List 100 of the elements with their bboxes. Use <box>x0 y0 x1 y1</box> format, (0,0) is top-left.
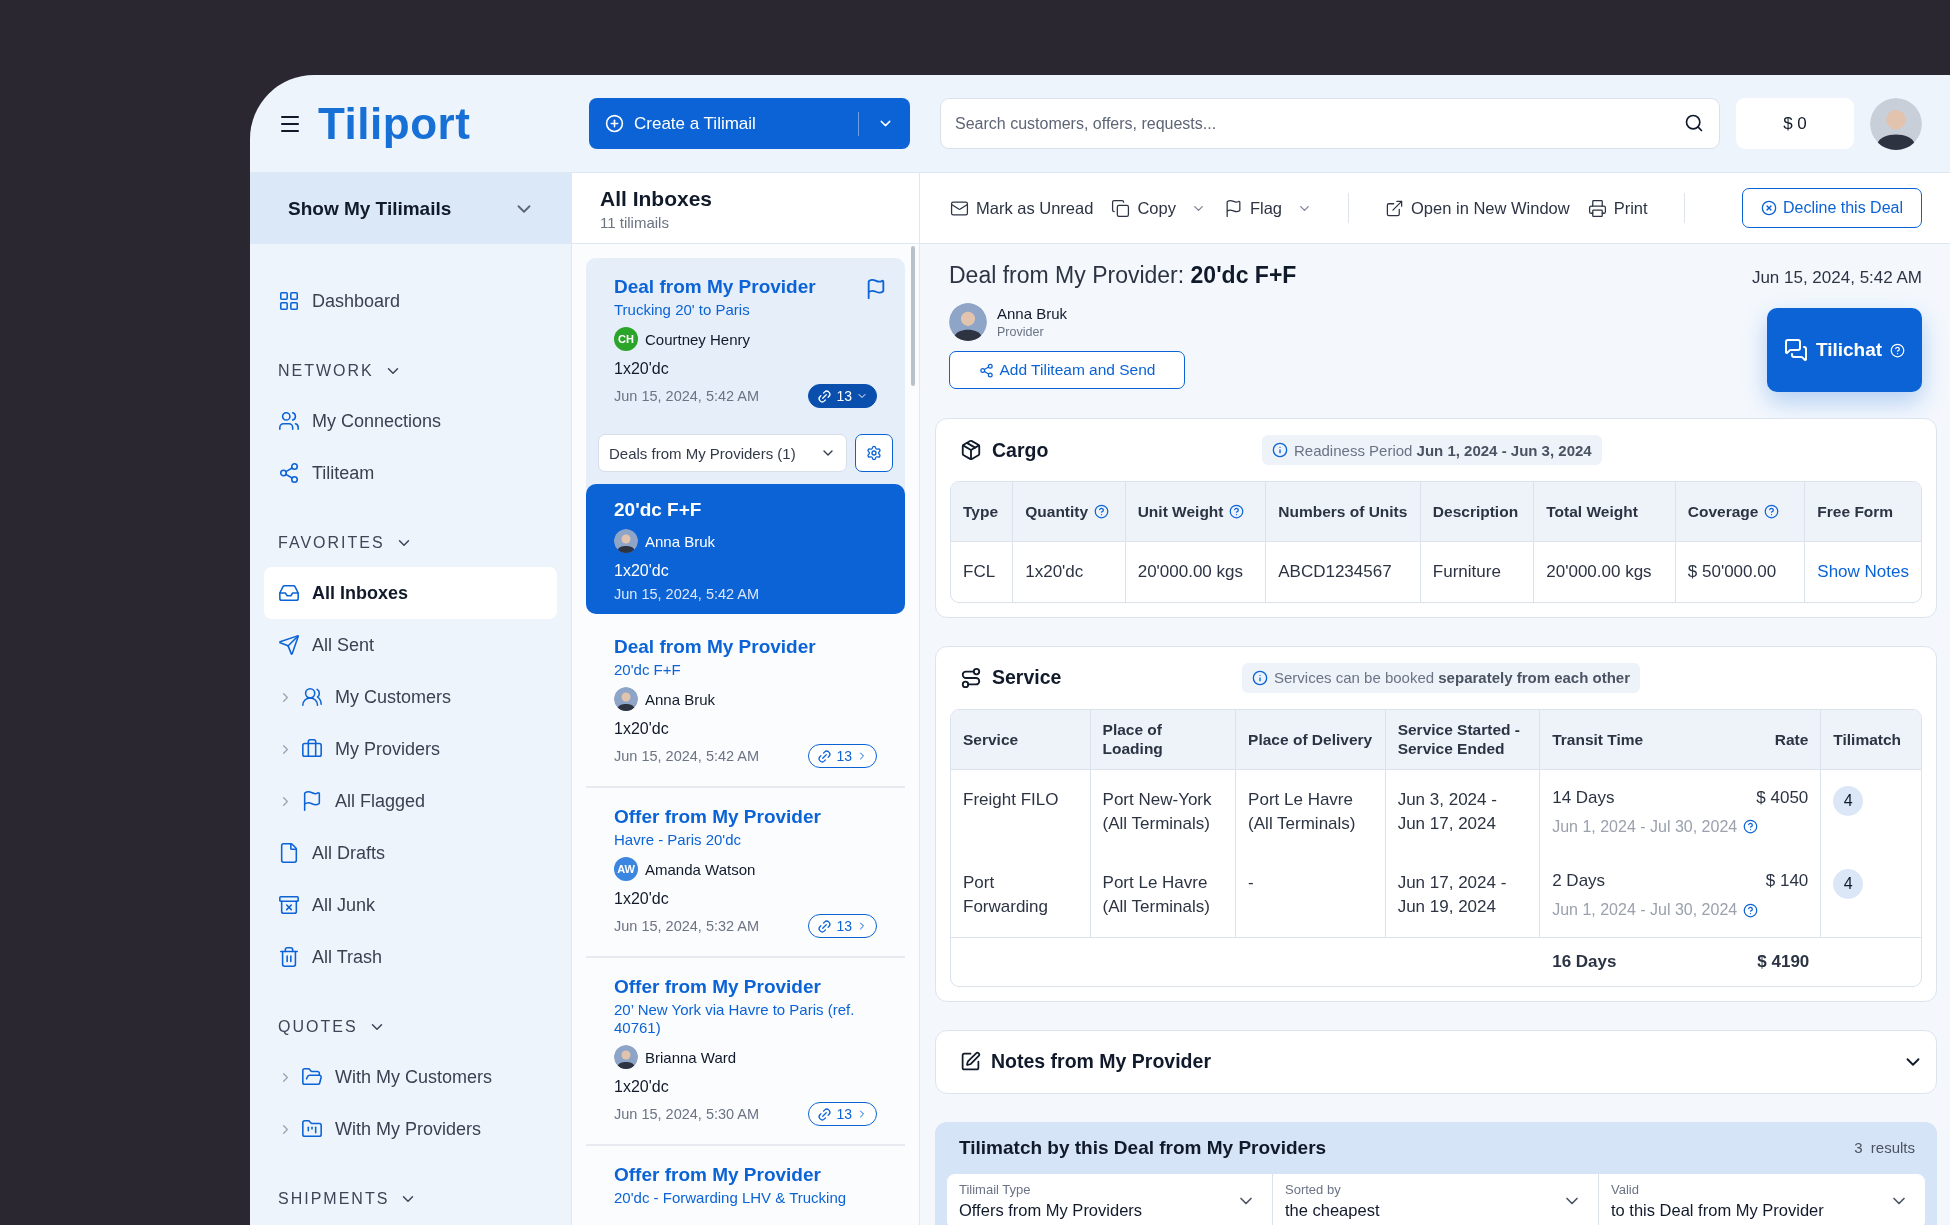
column-header: Coverage <box>1687 501 1759 522</box>
tilimatch-count[interactable]: 4 <box>1833 869 1864 900</box>
inbox-icon <box>278 582 300 604</box>
mail-item[interactable]: 20'dc F+F Anna Bruk 1x20'dc Jun 15, 2024, 5:42 AM <box>586 484 905 614</box>
sender-name: Amanda Watson <box>645 860 756 878</box>
mail-subtitle: Trucking 20' to Paris <box>614 301 751 319</box>
box-icon <box>278 894 300 916</box>
toolbar-button[interactable]: Copy <box>1111 198 1206 218</box>
briefcase-icon <box>301 738 323 760</box>
table-cell: Freight FILO <box>951 769 1091 854</box>
toolbar-button[interactable]: Open in New Window <box>1385 198 1570 218</box>
link-count-badge[interactable]: 13 <box>808 1102 877 1126</box>
mail-item[interactable]: Offer from My Provider 20’ New York via Havre to Paris (ref. 40761) Brianna Ward 1x20'dc Jun 15, 2024, 5:30 AM 13 <box>586 958 905 1146</box>
mail-date: Jun 15, 2024, 5:30 AM <box>614 1106 760 1122</box>
flag-icon <box>301 790 323 812</box>
note-text: Readiness Period Jun 1, 2024 - Jun 3, 2024 <box>1294 441 1592 459</box>
mail-item[interactable]: Offer from My Provider Havre - Paris 20'dc AW Amanda Watson 1x20'dc Jun 15, 2024, 5:32 AM 13 <box>586 788 905 958</box>
toolbar-button[interactable]: Print <box>1587 198 1648 218</box>
link-count-badge[interactable]: 13 <box>808 384 877 408</box>
section-title[interactable]: FAVORITES <box>264 519 413 567</box>
sidebar-item[interactable]: All Sent <box>264 619 557 671</box>
edit-icon <box>960 1051 981 1073</box>
notes-section[interactable]: Notes from My Provider <box>935 1029 1937 1094</box>
table-cell: Port Le Havre (All Terminals) <box>1236 769 1386 854</box>
column-header: Place of Loading <box>1102 719 1164 759</box>
avatar-initials: CH <box>614 327 638 351</box>
mail-date: Jun 15, 2024, 5:32 AM <box>614 918 760 934</box>
rate: $ 4050 <box>1756 786 1809 809</box>
link-count-badge[interactable]: 13 <box>808 744 877 768</box>
mail-title: Deal from My Provider <box>614 276 817 298</box>
help-icon[interactable] <box>1764 504 1780 519</box>
settings-icon[interactable] <box>855 434 893 472</box>
sidebar-item[interactable]: With My Providers <box>264 1103 557 1155</box>
sender-name: Anna Bruk <box>645 532 716 550</box>
transit-time: 14 Days <box>1552 786 1615 809</box>
column-header: Quantity <box>1025 501 1089 522</box>
sidebar-item[interactable]: My Customers <box>264 671 557 723</box>
sender-role: Provider <box>997 325 1045 339</box>
search-field[interactable]: Search customers, offers, requests... <box>940 98 1720 149</box>
plus-icon <box>605 114 624 133</box>
link-count-badge[interactable]: 13 <box>808 914 877 938</box>
sidebar-item[interactable]: My Connections <box>264 395 557 447</box>
table-cell: 1x20'dc <box>1013 542 1126 602</box>
toolbar-button[interactable]: Flag <box>1223 198 1313 218</box>
section-title: Cargo <box>992 438 1050 462</box>
mail-quantity: 1x20'dc <box>614 562 670 580</box>
sidebar-item[interactable]: Tiliteam <box>264 447 557 499</box>
tilichat-button[interactable]: Tilichat <box>1767 308 1922 392</box>
avatar-icon <box>614 1045 638 1069</box>
nodes-icon <box>978 362 994 378</box>
help-icon[interactable] <box>1229 504 1245 519</box>
sidebar-item[interactable]: My Providers <box>264 723 557 775</box>
toolbar-button[interactable]: Mark as Unread <box>950 198 1094 218</box>
add-tiliteam-button[interactable]: Add Tiliteam and Send <box>949 351 1185 389</box>
column-header: Numbers of Units <box>1278 501 1408 522</box>
info-icon <box>1252 669 1268 686</box>
filter-select[interactable]: Sorted by the cheapest <box>1273 1173 1599 1225</box>
sidebar-item[interactable]: Dashboard <box>264 275 557 327</box>
sender-name: Courtney Henry <box>645 330 751 348</box>
box-icon <box>960 439 982 461</box>
sidebar-item[interactable]: All Inboxes <box>264 567 557 619</box>
section-title[interactable]: NETWORK <box>264 347 402 395</box>
decline-button[interactable]: Decline this Deal <box>1741 188 1922 228</box>
tilimail-filter[interactable]: Show My Tilimails <box>250 173 571 244</box>
sidebar-item[interactable]: All Flagged <box>264 775 557 827</box>
table-cell: Jun 3, 2024 - Jun 17, 2024 <box>1385 769 1541 854</box>
filter-select[interactable]: Valid to this Deal from My Provider <box>1599 1173 1925 1225</box>
column-header: Place of Delivery <box>1248 729 1373 749</box>
list-title: All Inboxes <box>600 187 714 211</box>
create-button[interactable]: Create a Tilimail <box>589 98 910 149</box>
help-icon[interactable] <box>1743 902 1759 918</box>
help-icon[interactable] <box>1094 504 1110 519</box>
group-select[interactable]: Deals from My Providers (1) <box>598 434 847 472</box>
column-header: Transit Time <box>1552 729 1644 749</box>
total-transit-time: 16 Days <box>1552 951 1617 973</box>
show-notes-link[interactable]: Show Notes <box>1817 562 1909 581</box>
avatar-icon <box>1870 97 1922 150</box>
section-title[interactable]: QUOTES <box>264 1003 386 1051</box>
mail-item[interactable]: Offer from My Provider 20'dc - Forwarding LHV & Trucking <box>586 1146 905 1225</box>
column-header: Rate <box>1774 729 1809 749</box>
mail-date: Jun 15, 2024, 5:42 AM <box>614 388 760 404</box>
sidebar-item[interactable]: All Drafts <box>264 827 557 879</box>
flag-icon[interactable] <box>865 278 887 300</box>
mail-item[interactable]: Deal from My Provider 20'dc F+F Anna Bruk 1x20'dc Jun 15, 2024, 5:42 AM 13 <box>586 618 905 788</box>
mail-title: Offer from My Provider <box>614 1164 822 1186</box>
sidebar-item[interactable]: All Junk <box>264 879 557 931</box>
table-cell: Port New-York (All Terminals) <box>1090 769 1237 854</box>
search-icon[interactable] <box>1684 113 1704 133</box>
grid-icon <box>278 290 300 312</box>
scrollbar[interactable] <box>911 246 915 386</box>
table-cell: $ 50'000.00 <box>1675 542 1806 602</box>
deal-title: Deal from My Provider: 20'dc F+F <box>949 262 1297 289</box>
folder-icon <box>301 1118 323 1140</box>
sidebar-item[interactable]: All Trash <box>264 931 557 983</box>
section-title[interactable]: SHIPMENTS <box>264 1175 418 1223</box>
tilimatch-count[interactable]: 4 <box>1833 785 1864 816</box>
people-icon <box>278 410 300 432</box>
filter-select[interactable]: Tilimail Type Offers from My Providers <box>947 1173 1273 1225</box>
sidebar-item[interactable]: With My Customers <box>264 1051 557 1103</box>
help-icon[interactable] <box>1743 819 1759 835</box>
